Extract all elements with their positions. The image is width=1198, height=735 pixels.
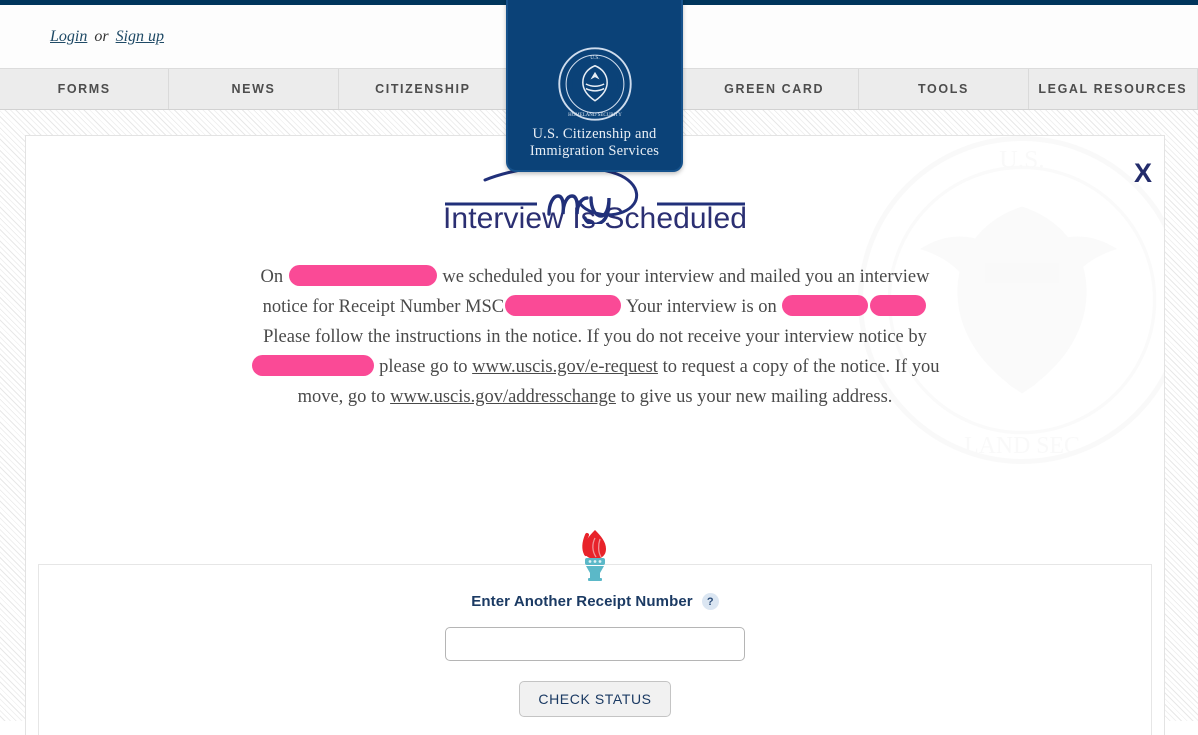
receipt-number-input[interactable] [445, 627, 745, 661]
redaction-bar-notice-by-date [251, 355, 374, 376]
signup-link[interactable]: Sign up [116, 28, 164, 46]
redaction-bar-interview-time [870, 295, 927, 316]
status-text-4: Please follow the instructions in the no… [263, 327, 927, 347]
or-label: or [94, 27, 109, 45]
main-navigation: FORMS NEWS CITIZENSHIP GREEN CARD TOOLS … [0, 0, 1198, 172]
uscis-logo-line1: U.S. Citizenship and [532, 125, 657, 142]
redaction-bar-date-scheduled [288, 265, 437, 286]
uscis-logo-line2: Immigration Services [529, 142, 660, 159]
svg-text:U.S.: U.S. [590, 55, 599, 61]
redaction-bar-interview-date [782, 295, 869, 316]
login-link[interactable]: Login [50, 28, 87, 46]
nav-item-tools[interactable]: TOOLS [859, 69, 1029, 109]
e-request-link[interactable]: www.uscis.gov/e-request [472, 357, 658, 377]
status-text-7: to give us your new mailing address. [615, 387, 893, 407]
status-message: On we scheduled you for your interview a… [245, 262, 945, 412]
check-status-button[interactable]: CHECK STATUS [519, 681, 671, 717]
nav-item-citizenship[interactable]: CITIZENSHIP [339, 69, 508, 109]
receipt-input-label: Enter Another Receipt Number [471, 593, 693, 610]
uscis-logo[interactable]: U.S. HOMELAND SECURITY U.S. Citizenship … [506, 0, 683, 172]
status-text-1: On [260, 267, 288, 287]
redaction-bar-receipt-number [505, 295, 622, 316]
addresschange-link[interactable]: www.uscis.gov/addresschange [390, 387, 616, 407]
nav-item-news[interactable]: NEWS [169, 69, 339, 109]
torch-badge [26, 529, 1164, 581]
status-text-3: Your interview is on [622, 297, 782, 317]
nav-item-green-card[interactable]: GREEN CARD [690, 69, 860, 109]
dhs-seal-icon: U.S. HOMELAND SECURITY [557, 47, 632, 121]
receipt-label-row: Enter Another Receipt Number ? [39, 593, 1151, 610]
question-mark-icon[interactable]: ? [701, 593, 719, 610]
svg-text:U.S.: U.S. [999, 144, 1044, 173]
uscis-logo-text: U.S. Citizenship and Immigration Service… [530, 126, 659, 160]
nav-item-legal-resources[interactable]: LEGAL RESOURCES [1029, 69, 1198, 109]
nav-item-forms[interactable]: FORMS [0, 69, 170, 109]
receipt-lookup-form: Enter Another Receipt Number ? CHECK STA… [38, 564, 1152, 735]
case-status-card: U.S. LAND SEC X Interview Is Scheduled O… [25, 135, 1165, 735]
status-text-5: please go to [374, 357, 473, 377]
svg-text:LAND SEC: LAND SEC [964, 433, 1080, 459]
liberty-torch-icon [582, 530, 606, 581]
svg-text:HOMELAND SECURITY: HOMELAND SECURITY [568, 113, 622, 118]
close-icon[interactable]: X [1134, 160, 1152, 187]
